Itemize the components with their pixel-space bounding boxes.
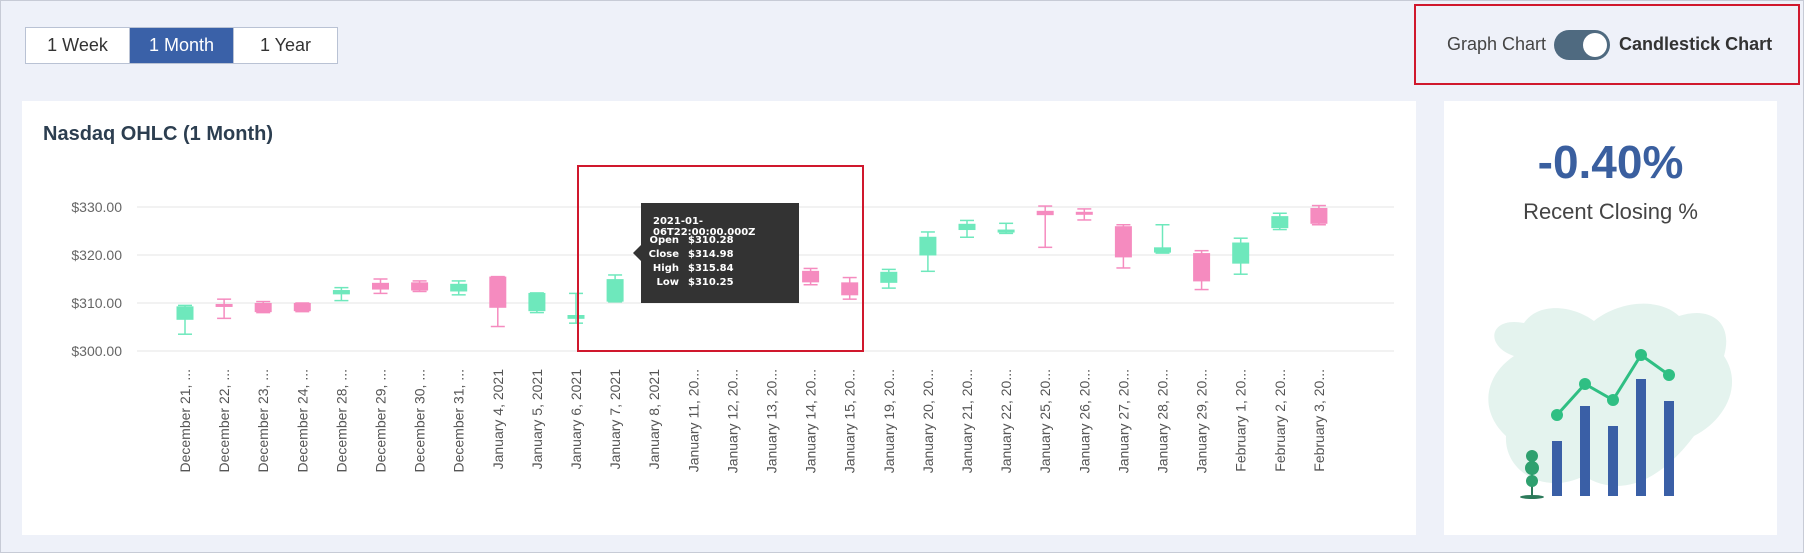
x-tick-label: January 14, 20... <box>803 369 819 473</box>
chart-type-switch[interactable] <box>1554 29 1611 60</box>
tooltip-high-value: $315.84 <box>688 263 734 274</box>
x-tick-label: January 8, 2021 <box>646 369 662 470</box>
x-tick-label: February 3, 20... <box>1311 369 1327 472</box>
x-tick-label: December 31, ... <box>451 369 467 473</box>
y-tick-label: $330.00 <box>71 199 122 215</box>
tooltip-high-key: High <box>652 263 679 274</box>
closing-stat-card: -0.40% Recent Closing % <box>1444 101 1777 535</box>
candle-body <box>919 236 937 256</box>
x-tick-label: January 15, 20... <box>842 369 858 473</box>
range-tab-1-year[interactable]: 1 Year <box>234 28 337 63</box>
candle-body <box>293 303 311 312</box>
x-tick-label: February 1, 20... <box>1233 369 1249 472</box>
candle-body <box>528 292 546 312</box>
tooltip-low-key: Low <box>656 277 679 288</box>
x-tick-label: January 5, 2021 <box>529 369 545 470</box>
range-tab-1-week[interactable]: 1 Week <box>26 28 130 63</box>
candle-body <box>1271 216 1289 229</box>
x-tick-label: January 11, 20... <box>685 369 701 472</box>
tooltip-close-key: Close <box>648 249 679 260</box>
range-tab-1-month[interactable]: 1 Month <box>130 28 234 63</box>
candle-body <box>880 271 898 283</box>
x-tick-label: January 4, 2021 <box>490 369 506 470</box>
y-tick-label: $320.00 <box>71 247 122 263</box>
x-tick-label: January 12, 20... <box>724 369 740 473</box>
x-tick-label: January 22, 20... <box>998 369 1014 473</box>
candle-body <box>489 276 507 308</box>
candle-body <box>958 223 976 231</box>
x-tick-label: December 24, ... <box>294 369 310 473</box>
tooltip-arrow <box>633 245 641 261</box>
candle-body <box>1232 242 1250 264</box>
range-tabs: 1 Week 1 Month 1 Year <box>25 27 338 64</box>
tooltip-open-value: $310.28 <box>688 235 734 246</box>
x-tick-label: December 23, ... <box>255 369 271 473</box>
chart-tooltip: 2021-01-06T22:00:00.000Z Open $310.28 Cl… <box>641 203 799 303</box>
x-tick-label: January 25, 20... <box>1037 369 1053 473</box>
chart-card: Nasdaq OHLC (1 Month) $300.00 $310.00 $320… <box>22 101 1416 535</box>
x-tick-label: December 21, ... <box>177 369 193 473</box>
candle-body <box>450 283 468 292</box>
candle-body <box>1193 253 1211 282</box>
x-tick-label: December 29, ... <box>373 369 389 473</box>
x-tick-label: January 19, 20... <box>881 369 897 473</box>
y-tick-label: $310.00 <box>71 295 122 311</box>
candlestick-chart-label[interactable]: Candlestick Chart <box>1619 34 1772 55</box>
switch-knob <box>1583 32 1608 57</box>
x-tick-label: January 7, 2021 <box>607 369 623 470</box>
candle-body <box>215 303 233 307</box>
graph-chart-label[interactable]: Graph Chart <box>1447 34 1546 55</box>
growth-chart-illustration-icon <box>1488 303 1733 499</box>
tooltip-open-key: Open <box>649 235 679 246</box>
candle-body <box>332 290 350 295</box>
y-tick-label: $300.00 <box>71 343 122 359</box>
x-tick-label: January 29, 20... <box>1194 369 1210 473</box>
candle-body <box>1036 210 1054 216</box>
x-tick-label: February 2, 20... <box>1272 369 1288 472</box>
candle-body <box>411 282 429 291</box>
candle-body <box>1310 207 1328 224</box>
tooltip-low-value: $310.25 <box>688 277 734 288</box>
candle-body <box>254 303 272 313</box>
candle-body <box>176 306 194 320</box>
x-tick-label: January 26, 20... <box>1076 369 1092 473</box>
x-tick-label: December 22, ... <box>216 369 232 473</box>
x-tick-label: January 6, 2021 <box>568 369 584 470</box>
x-tick-label: January 20, 20... <box>920 369 936 473</box>
x-tick-label: December 28, ... <box>333 369 349 473</box>
candle-body <box>372 282 389 290</box>
candle-body <box>997 229 1015 233</box>
x-tick-label: January 28, 20... <box>1155 369 1171 473</box>
x-tick-label: January 13, 20... <box>764 369 780 473</box>
x-tick-label: January 27, 20... <box>1115 369 1131 473</box>
chart-type-toggle-group: Graph Chart Candlestick Chart <box>1414 4 1800 85</box>
candle-body <box>1114 226 1132 258</box>
x-tick-label: January 21, 20... <box>959 369 975 473</box>
candle-body <box>1154 247 1171 253</box>
candle-body <box>1075 211 1093 215</box>
x-tick-label: December 30, ... <box>412 369 428 473</box>
tooltip-close-value: $314.98 <box>688 249 734 260</box>
